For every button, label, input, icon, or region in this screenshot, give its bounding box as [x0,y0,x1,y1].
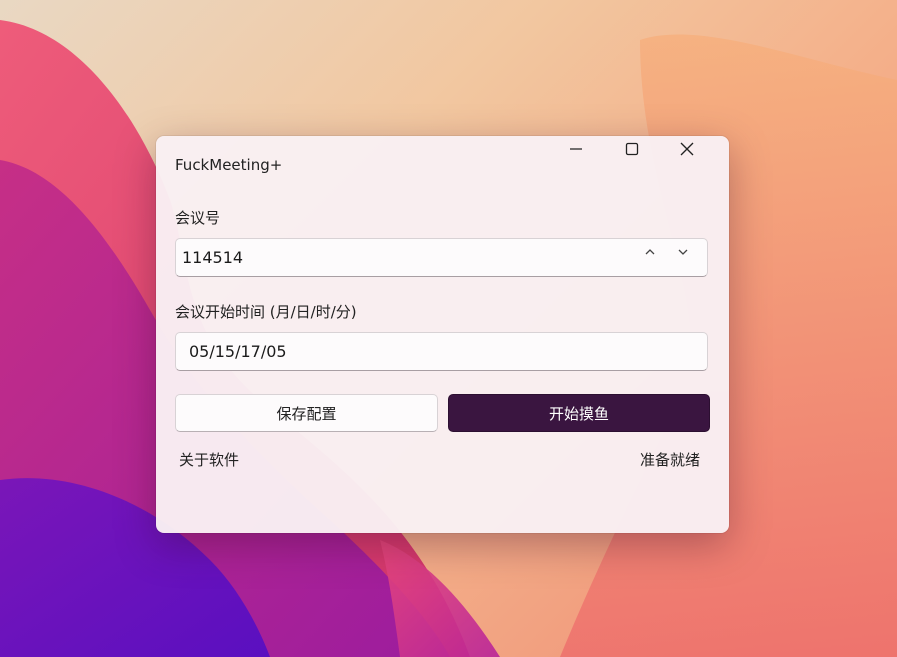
minimize-icon [570,148,582,150]
meeting-id-label: 会议号 [175,209,221,227]
window-title: FuckMeeting+ [175,156,283,174]
start-time-value[interactable]: 05/15/17/05 [189,342,287,361]
title-bar[interactable]: FuckMeeting+ [156,136,729,180]
chevron-up-icon [645,249,655,255]
desktop-wallpaper: FuckMeeting+ 会议号 114514 会议开始时间 (月/日/时/分)… [0,0,897,657]
maximize-button[interactable] [624,141,670,177]
close-icon [680,142,694,156]
start-time-label: 会议开始时间 (月/日/时/分) [175,303,357,321]
status-text: 准备就绪 [639,451,700,469]
about-link[interactable]: 关于软件 [179,449,239,470]
meeting-id-value[interactable]: 114514 [182,248,243,267]
chevron-down-icon [678,249,688,255]
save-config-button[interactable]: 保存配置 [175,394,438,432]
meeting-id-input[interactable]: 114514 [175,238,708,277]
minimize-button[interactable] [568,141,614,177]
decrement-button[interactable] [677,246,703,270]
start-time-input[interactable]: 05/15/17/05 [175,332,708,371]
maximize-icon [625,142,639,156]
close-button[interactable] [679,141,725,177]
start-button[interactable]: 开始摸鱼 [448,394,710,432]
increment-button[interactable] [644,246,670,270]
app-window: FuckMeeting+ 会议号 114514 会议开始时间 (月/日/时/分)… [156,136,729,533]
